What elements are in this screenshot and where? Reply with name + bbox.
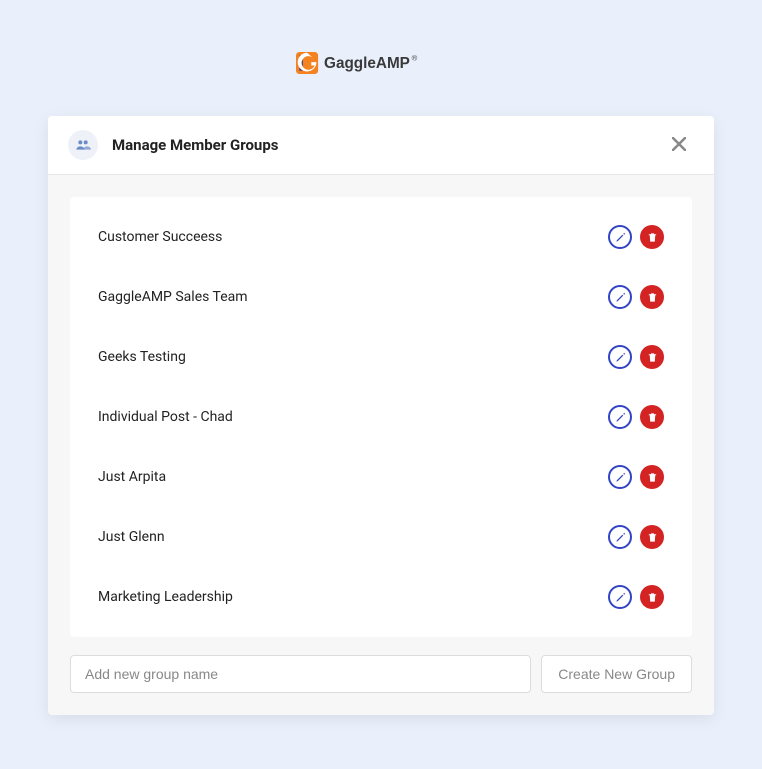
create-new-group-button[interactable]: Create New Group — [541, 655, 692, 693]
logo: GaggleAMP ® — [0, 48, 762, 78]
group-row: Geeks Testing — [70, 327, 692, 387]
pencil-icon — [615, 232, 626, 243]
pencil-icon — [615, 532, 626, 543]
group-row: Customer Succeess — [70, 207, 692, 267]
svg-text:GaggleAMP: GaggleAMP — [324, 55, 410, 72]
delete-button[interactable] — [640, 345, 664, 369]
delete-button[interactable] — [640, 405, 664, 429]
delete-button[interactable] — [640, 285, 664, 309]
delete-button[interactable] — [640, 525, 664, 549]
pencil-icon — [615, 472, 626, 483]
trash-icon — [647, 352, 658, 363]
delete-button[interactable] — [640, 585, 664, 609]
group-list: Customer Succeess GaggleAMP Sales Team — [70, 197, 692, 637]
group-row: Individual Post - Chad — [70, 387, 692, 447]
trash-icon — [647, 232, 658, 243]
new-group-name-input[interactable] — [70, 655, 531, 693]
edit-button[interactable] — [608, 225, 632, 249]
close-button[interactable] — [664, 131, 694, 160]
group-name: GaggleAMP Sales Team — [98, 289, 608, 305]
trash-icon — [647, 592, 658, 603]
svg-text:®: ® — [412, 53, 418, 62]
pencil-icon — [615, 292, 626, 303]
group-name: Marketing Leadership — [98, 589, 608, 605]
edit-button[interactable] — [608, 285, 632, 309]
groups-icon — [68, 130, 98, 160]
trash-icon — [647, 412, 658, 423]
group-name: Customer Succeess — [98, 229, 608, 245]
group-name: Geeks Testing — [98, 349, 608, 365]
pencil-icon — [615, 412, 626, 423]
trash-icon — [647, 532, 658, 543]
edit-button[interactable] — [608, 405, 632, 429]
pencil-icon — [615, 592, 626, 603]
manage-groups-modal: Manage Member Groups Customer Succeess — [48, 116, 714, 715]
edit-button[interactable] — [608, 345, 632, 369]
modal-footer: Create New Group — [48, 637, 714, 715]
group-name: Just Arpita — [98, 469, 608, 485]
close-icon — [672, 137, 686, 151]
trash-icon — [647, 292, 658, 303]
group-row: GaggleAMP Sales Team — [70, 267, 692, 327]
delete-button[interactable] — [640, 465, 664, 489]
pencil-icon — [615, 352, 626, 363]
group-name: Just Glenn — [98, 529, 608, 545]
edit-button[interactable] — [608, 585, 632, 609]
delete-button[interactable] — [640, 225, 664, 249]
edit-button[interactable] — [608, 465, 632, 489]
group-name: Individual Post - Chad — [98, 409, 608, 425]
group-row: Just Glenn — [70, 507, 692, 567]
trash-icon — [647, 472, 658, 483]
edit-button[interactable] — [608, 525, 632, 549]
modal-header: Manage Member Groups — [48, 116, 714, 175]
group-row: Just Arpita — [70, 447, 692, 507]
group-row: Marketing Leadership — [70, 567, 692, 627]
modal-title: Manage Member Groups — [112, 136, 664, 154]
